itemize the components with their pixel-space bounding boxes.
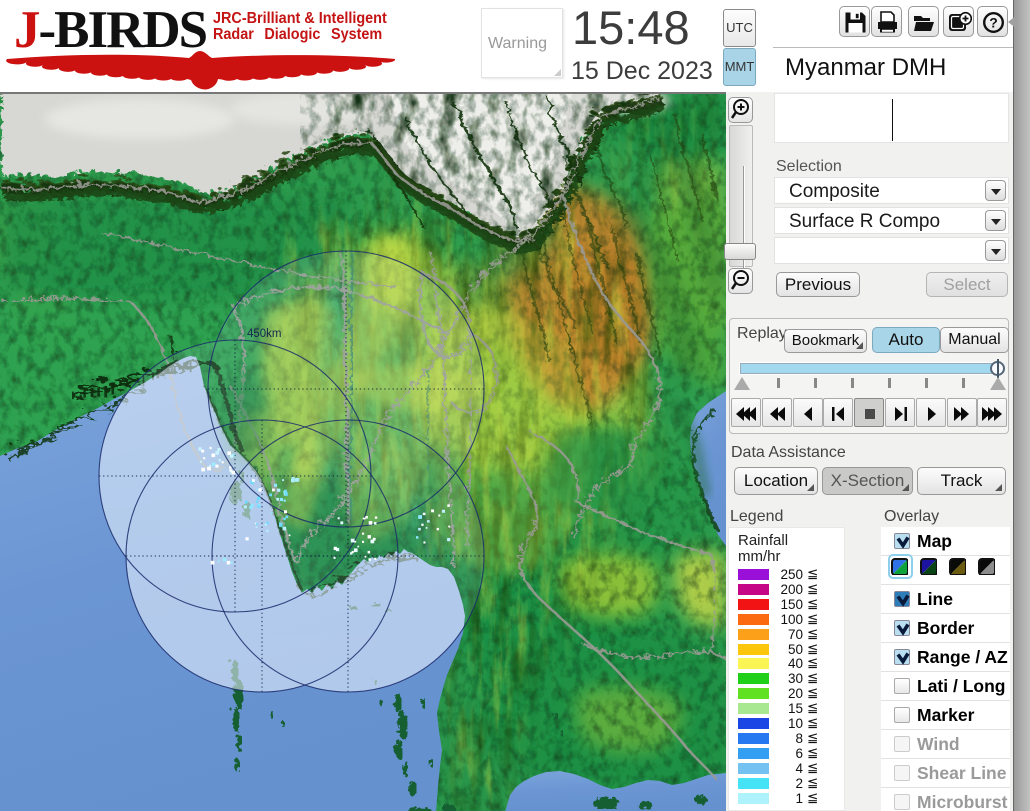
svg-text:?: ? xyxy=(989,15,998,31)
svg-text:450km: 450km xyxy=(247,328,282,340)
